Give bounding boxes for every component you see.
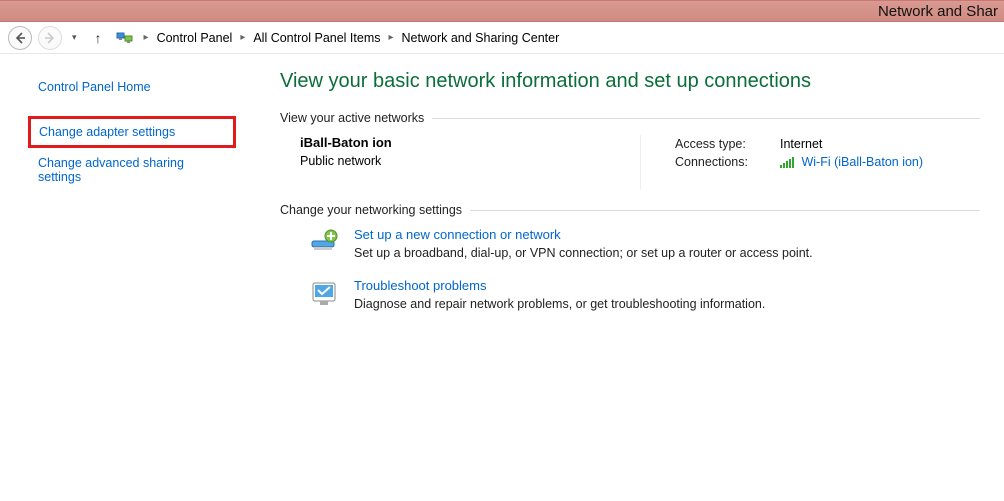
breadcrumb: ▸ Control Panel ▸ All Control Panel Item… (116, 29, 562, 47)
network-identity: iBall-Baton ion Public network (300, 135, 640, 189)
window-title: Network and Shar (878, 3, 998, 20)
divider (470, 210, 980, 211)
troubleshoot-item[interactable]: Troubleshoot problems Diagnose and repai… (308, 278, 980, 311)
setup-connection-desc: Set up a broadband, dial-up, or VPN conn… (354, 246, 813, 260)
active-network-box: iBall-Baton ion Public network Access ty… (300, 135, 980, 189)
arrow-left-icon (13, 31, 27, 45)
setup-connection-item[interactable]: Set up a new connection or network Set u… (308, 227, 980, 260)
new-connection-icon (308, 227, 340, 259)
breadcrumb-control-panel[interactable]: Control Panel (155, 29, 235, 47)
recent-locations-dropdown[interactable]: ▾ (68, 32, 81, 43)
access-type-label: Access type: (671, 135, 776, 153)
breadcrumb-all-items[interactable]: All Control Panel Items (251, 29, 382, 47)
troubleshoot-icon (308, 278, 340, 310)
forward-button[interactable] (38, 26, 62, 50)
main-panel: View your basic network information and … (240, 54, 1004, 501)
nav-toolbar: ▾ ↑ ▸ Control Panel ▸ All Control Panel … (0, 22, 1004, 54)
access-type-value: Internet (776, 135, 927, 153)
chevron-right-icon: ▸ (140, 32, 153, 43)
sidebar-change-advanced-sharing[interactable]: Change advanced sharing settings (34, 150, 230, 190)
back-button[interactable] (8, 26, 32, 50)
chevron-right-icon: ▸ (236, 32, 249, 43)
window-titlebar: Network and Shar (0, 0, 1004, 22)
page-title: View your basic network information and … (280, 70, 980, 93)
network-details: Access type: Internet Connections: (640, 135, 927, 189)
highlight-box: Change adapter settings (28, 116, 236, 148)
troubleshoot-desc: Diagnose and repair network problems, or… (354, 297, 765, 311)
breadcrumb-network-sharing[interactable]: Network and Sharing Center (400, 29, 562, 47)
setup-connection-title[interactable]: Set up a new connection or network (354, 227, 813, 242)
sidebar-change-adapter-settings[interactable]: Change adapter settings (39, 125, 225, 139)
troubleshoot-title[interactable]: Troubleshoot problems (354, 278, 765, 293)
chevron-right-icon: ▸ (384, 32, 397, 43)
wifi-signal-icon (780, 157, 794, 169)
change-settings-header: Change your networking settings (280, 203, 980, 217)
sidebar-control-panel-home[interactable]: Control Panel Home (34, 74, 230, 100)
network-name: iBall-Baton ion (300, 135, 640, 150)
content-area: Control Panel Home Change adapter settin… (0, 54, 1004, 501)
network-type: Public network (300, 154, 640, 168)
divider (432, 118, 980, 119)
connection-link[interactable]: Wi-Fi (iBall-Baton ion) (801, 155, 923, 169)
sidebar: Control Panel Home Change adapter settin… (0, 54, 240, 501)
active-networks-header: View your active networks (280, 111, 980, 125)
connections-label: Connections: (671, 153, 776, 171)
active-networks-label: View your active networks (280, 111, 424, 125)
settings-list: Set up a new connection or network Set u… (308, 227, 980, 311)
change-settings-label: Change your networking settings (280, 203, 462, 217)
arrow-right-icon (43, 31, 57, 45)
control-panel-icon (116, 29, 134, 47)
up-button[interactable]: ↑ (87, 30, 110, 46)
